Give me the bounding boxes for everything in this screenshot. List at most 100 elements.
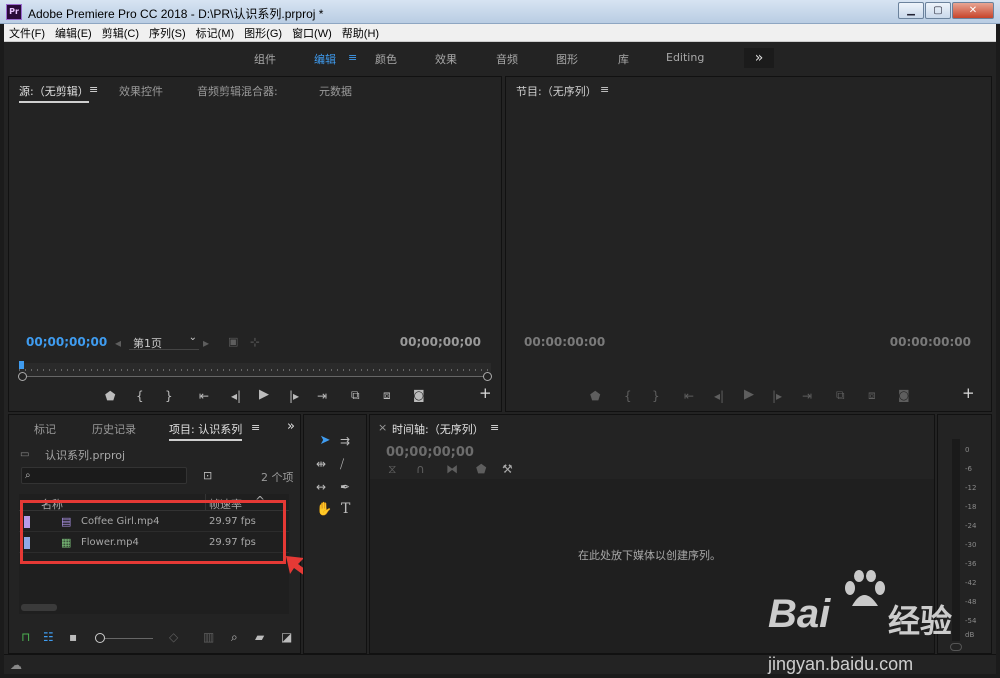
go-to-in-icon[interactable]: ⇤ <box>199 390 209 402</box>
program-go-to-in-icon[interactable]: ⇤ <box>684 390 694 402</box>
linked-selection-icon[interactable]: ⧓ <box>446 463 458 475</box>
source-panel-menu-icon[interactable]: ≡ <box>89 83 98 96</box>
maximize-button[interactable]: ▢ <box>925 2 951 19</box>
workspace-tab-color[interactable]: 颜色 <box>375 51 397 67</box>
program-mark-in-icon[interactable]: { <box>624 390 632 402</box>
workspace-overflow-icon[interactable]: » <box>744 48 774 68</box>
source-timecode-current[interactable]: 00;00;00;00 <box>26 335 107 349</box>
zoom-slider-track[interactable] <box>105 638 153 639</box>
lift-icon[interactable]: ⧉ <box>836 389 845 401</box>
menu-clip[interactable]: 剪辑(C) <box>97 25 144 41</box>
tab-metadata[interactable]: 元数据 <box>319 83 352 99</box>
project-search-input[interactable] <box>38 469 183 482</box>
camera-icon[interactable]: ◙ <box>413 389 425 401</box>
source-time-ruler[interactable] <box>19 361 491 377</box>
tab-timeline[interactable]: 时间轴:（无序列） <box>392 421 484 437</box>
workspace-tab-graphics[interactable]: 图形 <box>556 51 578 67</box>
project-panel-menu-icon[interactable]: ≡ <box>251 421 260 434</box>
icon-view-icon[interactable]: ▪ <box>69 631 77 643</box>
workspace-tab-assembly[interactable]: 组件 <box>254 51 276 67</box>
menu-help[interactable]: 帮助(H) <box>337 25 384 41</box>
tab-program[interactable]: 节目:（无序列） <box>516 83 597 99</box>
workspace-tab-effects[interactable]: 效果 <box>435 51 457 67</box>
find-icon[interactable]: ⌕ <box>231 631 238 643</box>
step-forward-icon[interactable]: |▸ <box>289 390 299 402</box>
program-add-marker-icon[interactable]: ⬟ <box>590 390 600 402</box>
pen-tool-icon[interactable]: ✒ <box>340 481 350 493</box>
next-page-icon[interactable]: ▸ <box>203 337 209 349</box>
menu-markers[interactable]: 标记(M) <box>191 25 240 41</box>
workspace-tab-editing[interactable]: 编辑 <box>314 51 336 67</box>
page-dropdown[interactable]: 第1页 ⌄ <box>129 332 199 350</box>
extract-icon[interactable]: ⧈ <box>868 389 876 401</box>
program-play-icon[interactable]: ▶ <box>744 388 754 401</box>
razor-tool-icon[interactable]: ⧸ <box>340 458 344 470</box>
menu-edit[interactable]: 编辑(E) <box>50 25 97 41</box>
sort-icons-icon[interactable]: ◇ <box>169 631 178 643</box>
workspace-menu-icon[interactable]: ≡ <box>348 51 357 64</box>
new-bin-from-search-icon[interactable]: ⊡ <box>203 470 212 482</box>
safe-margins-icon[interactable]: ▣ <box>228 336 238 348</box>
tab-effect-controls[interactable]: 效果控件 <box>119 83 163 99</box>
wireframe-icon[interactable]: ⊹ <box>250 336 260 348</box>
minimize-button[interactable]: ▁ <box>898 2 924 19</box>
selection-tool-icon[interactable]: ➤ <box>318 434 332 449</box>
program-step-forward-icon[interactable]: |▸ <box>772 390 782 402</box>
timeline-panel-menu-icon[interactable]: ≡ <box>490 421 499 434</box>
cloud-icon[interactable]: ☁ <box>10 659 22 671</box>
play-icon[interactable]: ▶ <box>259 388 269 401</box>
add-marker-icon[interactable]: ⬟ <box>105 390 115 402</box>
mark-out-icon[interactable]: } <box>165 390 173 402</box>
program-panel-menu-icon[interactable]: ≡ <box>600 83 609 96</box>
mark-in-icon[interactable]: { <box>136 390 144 402</box>
zoom-handle-left[interactable] <box>18 372 27 381</box>
timeline-timecode[interactable]: 00;00;00;00 <box>386 445 474 460</box>
zoom-slider-handle[interactable] <box>95 633 105 643</box>
menu-window[interactable]: 窗口(W) <box>287 25 337 41</box>
project-panel-overflow-icon[interactable]: » <box>287 419 295 434</box>
tab-source[interactable]: 源:（无剪辑） <box>19 83 89 103</box>
zoom-handle-right[interactable] <box>483 372 492 381</box>
workspace-tab-editing-custom[interactable]: Editing <box>666 51 704 64</box>
timeline-add-marker-icon[interactable]: ⬟ <box>476 463 486 475</box>
zoom-bar[interactable] <box>23 376 487 377</box>
menu-file[interactable]: 文件(F) <box>4 25 50 41</box>
close-button[interactable]: ✕ <box>952 2 994 19</box>
new-item-icon[interactable]: ◪ <box>281 631 292 643</box>
prev-page-icon[interactable]: ◂ <box>115 337 121 349</box>
program-add-button-icon[interactable]: + <box>962 386 975 401</box>
workspace-tab-libraries[interactable]: 库 <box>618 51 629 67</box>
menu-graphics[interactable]: 图形(G) <box>239 25 287 41</box>
playhead-marker[interactable] <box>19 361 24 369</box>
go-to-out-icon[interactable]: ⇥ <box>317 390 327 402</box>
program-camera-icon[interactable]: ◙ <box>898 389 910 401</box>
timeline-close-icon[interactable]: × <box>378 421 387 434</box>
program-step-back-icon[interactable]: ◂| <box>714 390 724 402</box>
program-timecode-current[interactable]: 00:00:00:00 <box>524 335 605 349</box>
program-mark-out-icon[interactable]: } <box>652 390 660 402</box>
ripple-edit-tool-icon[interactable]: ⇹ <box>316 458 326 470</box>
horizontal-scrollbar[interactable] <box>21 604 57 611</box>
tab-markers[interactable]: 标记 <box>34 421 56 437</box>
new-bin-icon[interactable]: ▰ <box>255 631 264 643</box>
wrench-icon[interactable]: ⚒ <box>502 463 513 475</box>
lock-icon[interactable]: ⊓ <box>21 631 30 643</box>
add-button-icon[interactable]: + <box>479 386 492 401</box>
nest-icon[interactable]: ⧖ <box>388 463 396 475</box>
automate-to-sequence-icon[interactable]: ▥ <box>203 631 214 643</box>
step-back-icon[interactable]: ◂| <box>231 390 241 402</box>
overwrite-icon[interactable]: ⧈ <box>383 389 391 401</box>
list-view-icon[interactable]: ☷ <box>43 631 54 643</box>
hand-tool-icon[interactable]: ✋ <box>316 503 332 516</box>
tab-audio-clip-mixer[interactable]: 音频剪辑混合器: <box>197 83 278 99</box>
menu-sequence[interactable]: 序列(S) <box>144 25 191 41</box>
workspace-tab-audio[interactable]: 音频 <box>496 51 518 67</box>
tab-history[interactable]: 历史记录 <box>92 421 136 437</box>
snap-icon[interactable]: ∩ <box>416 463 425 475</box>
type-tool-icon[interactable]: T <box>341 502 350 516</box>
insert-icon[interactable]: ⧉ <box>351 389 360 401</box>
project-search-box[interactable]: ⌕ <box>21 467 187 484</box>
tab-project[interactable]: 项目: 认识系列 <box>169 421 243 441</box>
slip-tool-icon[interactable]: ↔ <box>316 481 326 493</box>
program-go-to-out-icon[interactable]: ⇥ <box>802 390 812 402</box>
